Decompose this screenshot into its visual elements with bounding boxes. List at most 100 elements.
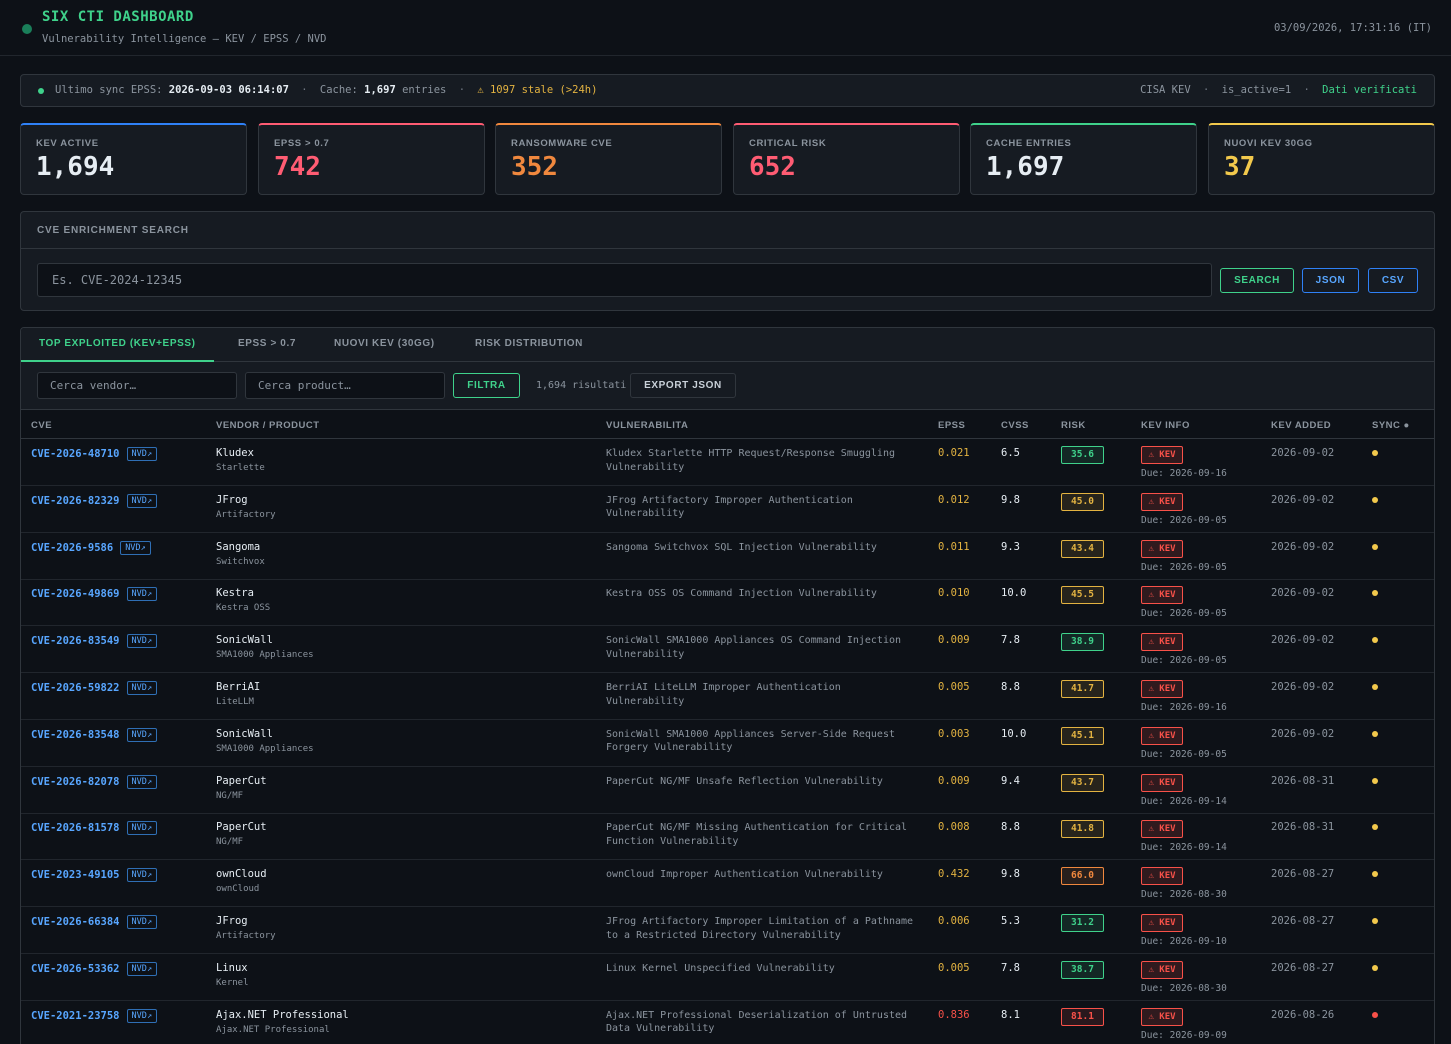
export-json-button[interactable]: EXPORT JSON [630,373,736,398]
cve-link[interactable]: CVE-2026-82329 [31,495,120,507]
stat-value: 652 [749,152,796,182]
cve-link[interactable]: CVE-2026-48710 [31,448,120,460]
csv-button[interactable]: CSV [1368,268,1418,293]
risk-badge: 45.0 [1061,492,1104,511]
vendor-product-cell: Kestra Kestra OSS [216,587,270,613]
table-row[interactable]: CVE-2026-83548 NVD↗ SonicWall SMA1000 Appli… [21,720,1434,767]
table-row[interactable]: CVE-2026-48710 NVD↗ Kludex Starlette Kludex … [21,439,1434,486]
table-row[interactable]: CVE-2023-49105 NVD↗ ownCloud ownCloud ownClo… [21,860,1434,908]
nvd-link-button[interactable]: NVD↗ [126,915,157,929]
table-row[interactable]: CVE-2026-66384 NVD↗ JFrog Artifactory JFrog … [21,907,1434,954]
table-row[interactable]: CVE-2026-59822 NVD↗ BerriAI LiteLLM BerriAI … [21,673,1434,720]
kev-badge: ⚠ KEV [1141,633,1183,652]
cve-link[interactable]: CVE-2026-9586 [31,542,113,554]
vulnerability-name: BerriAI LiteLLM Improper Authentication … [606,682,841,707]
col-vulnerability[interactable]: VULNERABILITA [606,420,688,431]
stats-row: KEV ACTIVE 1,694 EPSS > 0.7 742 RANSOMWA… [20,123,1435,195]
col-kev-added[interactable]: KEV ADDED [1271,420,1331,431]
nvd-link-button[interactable]: NVD↗ [126,868,157,883]
col-sync[interactable]: SYNC ● [1372,420,1410,431]
nvd-link-button[interactable]: NVD↗ [120,540,151,555]
cve-link[interactable]: CVE-2026-53362 [31,963,120,975]
vendor-name: SonicWall [216,634,273,647]
json-button[interactable]: JSON [1302,268,1359,293]
verified-status: Dati verificati [1322,84,1417,96]
sync-label: Ultimo sync EPSS: [55,84,163,96]
table-row[interactable]: CVE-2026-83549 NVD↗ SonicWall SMA1000 Appli… [21,626,1434,674]
cve-link[interactable]: CVE-2021-23758 [31,1010,120,1022]
results-count: 1,694 risultati [536,380,627,391]
app-subtitle: Vulnerability Intelligence — KEV / EPSS … [42,33,327,45]
nvd-link-button[interactable]: NVD↗ [126,727,157,742]
vendor-filter-input[interactable] [37,372,237,399]
cve-link[interactable]: CVE-2026-83549 [31,635,120,647]
cve-search-input[interactable] [37,263,1212,297]
kev-due-date: Due: 2026-08-30 [1141,889,1227,901]
stat-value: 1,697 [986,152,1065,182]
vulnerability-name: JFrog Artifactory Improper Limitation of… [606,916,914,941]
cve-link[interactable]: CVE-2026-59822 [31,682,120,694]
nvd-link-button[interactable]: NVD↗ [126,1008,157,1023]
stat-value: 742 [274,152,321,182]
stat-label: NUOVI KEV 30GG [1224,138,1313,149]
kev-due-date: Due: 2026-09-05 [1141,748,1227,760]
vendor-name: BerriAI [216,681,261,693]
table-row[interactable]: CVE-2026-53362 NVD↗ Linux Kernel Linux Kerne… [21,954,1434,1001]
cve-link[interactable]: CVE-2023-49105 [31,869,120,881]
filter-button[interactable]: FILTRA [453,373,520,398]
table-row[interactable]: CVE-2026-9586 NVD↗ Sangoma Switchvox Sangoma… [21,533,1434,580]
cve-link[interactable]: CVE-2026-81578 [31,822,120,834]
table-row[interactable]: CVE-2021-23758 NVD↗ Ajax.NET Professional A… [21,1001,1434,1044]
kev-badge: ⚠ KEV [1141,539,1183,558]
table-row[interactable]: CVE-2026-81578 NVD↗ PaperCut NG/MF PaperCut … [21,813,1434,861]
table-row[interactable]: CVE-2026-82329 NVD↗ JFrog Artifactory JFrog … [21,486,1434,533]
tab-bar: TOP EXPLOITED (KEV+EPSS) EPSS > 0.7 NUOV… [21,328,1434,362]
tab-epss-high[interactable]: EPSS > 0.7 [238,328,296,362]
epss-score: 0.021 [938,447,970,459]
kev-source: CISA KEV [1140,84,1191,96]
stat-card-cache-entries: CACHE ENTRIES 1,697 [970,123,1197,195]
kev-badge: ⚠ KEV [1141,726,1183,745]
table-row[interactable]: CVE-2026-49869 NVD↗ Kestra Kestra OSS Kestra… [21,579,1434,627]
cve-link[interactable]: CVE-2026-82078 [31,776,120,788]
product-name: Kestra OSS [216,603,271,614]
epss-score: 0.009 [938,774,970,787]
product-name: ownCloud [216,884,260,895]
tab-new-kev[interactable]: NUOVI KEV (30GG) [334,328,435,362]
filter-bar: FILTRA 1,694 risultati EXPORT JSON [21,362,1434,410]
cve-search-panel: CVE ENRICHMENT SEARCH SEARCH JSON CSV [20,211,1435,311]
nvd-link-button[interactable]: NVD↗ [126,681,157,695]
vendor-product-cell: BerriAI LiteLLM [216,681,260,707]
search-button[interactable]: SEARCH [1220,268,1294,293]
nvd-link-button[interactable]: NVD↗ [126,634,157,649]
col-cve[interactable]: CVE [31,420,52,431]
cvss-score: 10.0 [1001,727,1027,740]
cvss-score: 9.8 [1001,868,1020,881]
col-risk[interactable]: RISK [1061,420,1086,431]
col-epss[interactable]: EPSS [938,420,965,431]
cve-link[interactable]: CVE-2026-66384 [31,916,120,928]
tab-top-exploited[interactable]: TOP EXPLOITED (KEV+EPSS) [21,328,214,362]
col-kev-info[interactable]: KEV INFO [1141,420,1190,431]
nvd-link-button[interactable]: NVD↗ [126,493,157,508]
kev-info-cell: ⚠ KEV Due: 2026-09-05 [1141,726,1227,760]
kev-added-date: 2026-09-02 [1271,587,1335,600]
nvd-link-button[interactable]: NVD↗ [126,821,157,836]
product-filter-input[interactable] [245,372,445,399]
sync-ok-icon [38,88,44,94]
nvd-link-button[interactable]: NVD↗ [126,961,157,976]
cve-link[interactable]: CVE-2026-49869 [31,588,120,600]
nvd-link-button[interactable]: NVD↗ [126,447,157,461]
col-vendor-product[interactable]: VENDOR / PRODUCT [216,420,320,431]
col-cvss[interactable]: CVSS [1001,420,1029,431]
nvd-link-button[interactable]: NVD↗ [126,774,157,789]
vendor-product-cell: ownCloud ownCloud [216,868,267,894]
nvd-link-button[interactable]: NVD↗ [126,587,157,602]
cve-link[interactable]: CVE-2026-83548 [31,729,120,741]
cvss-score: 7.8 [1001,634,1020,647]
cvss-score: 8.1 [1001,1008,1020,1021]
tab-risk-distribution[interactable]: RISK DISTRIBUTION [475,328,583,362]
risk-badge: 45.1 [1061,726,1104,745]
table-row[interactable]: CVE-2026-82078 NVD↗ PaperCut NG/MF PaperCut … [21,767,1434,814]
epss-score: 0.006 [938,915,970,927]
